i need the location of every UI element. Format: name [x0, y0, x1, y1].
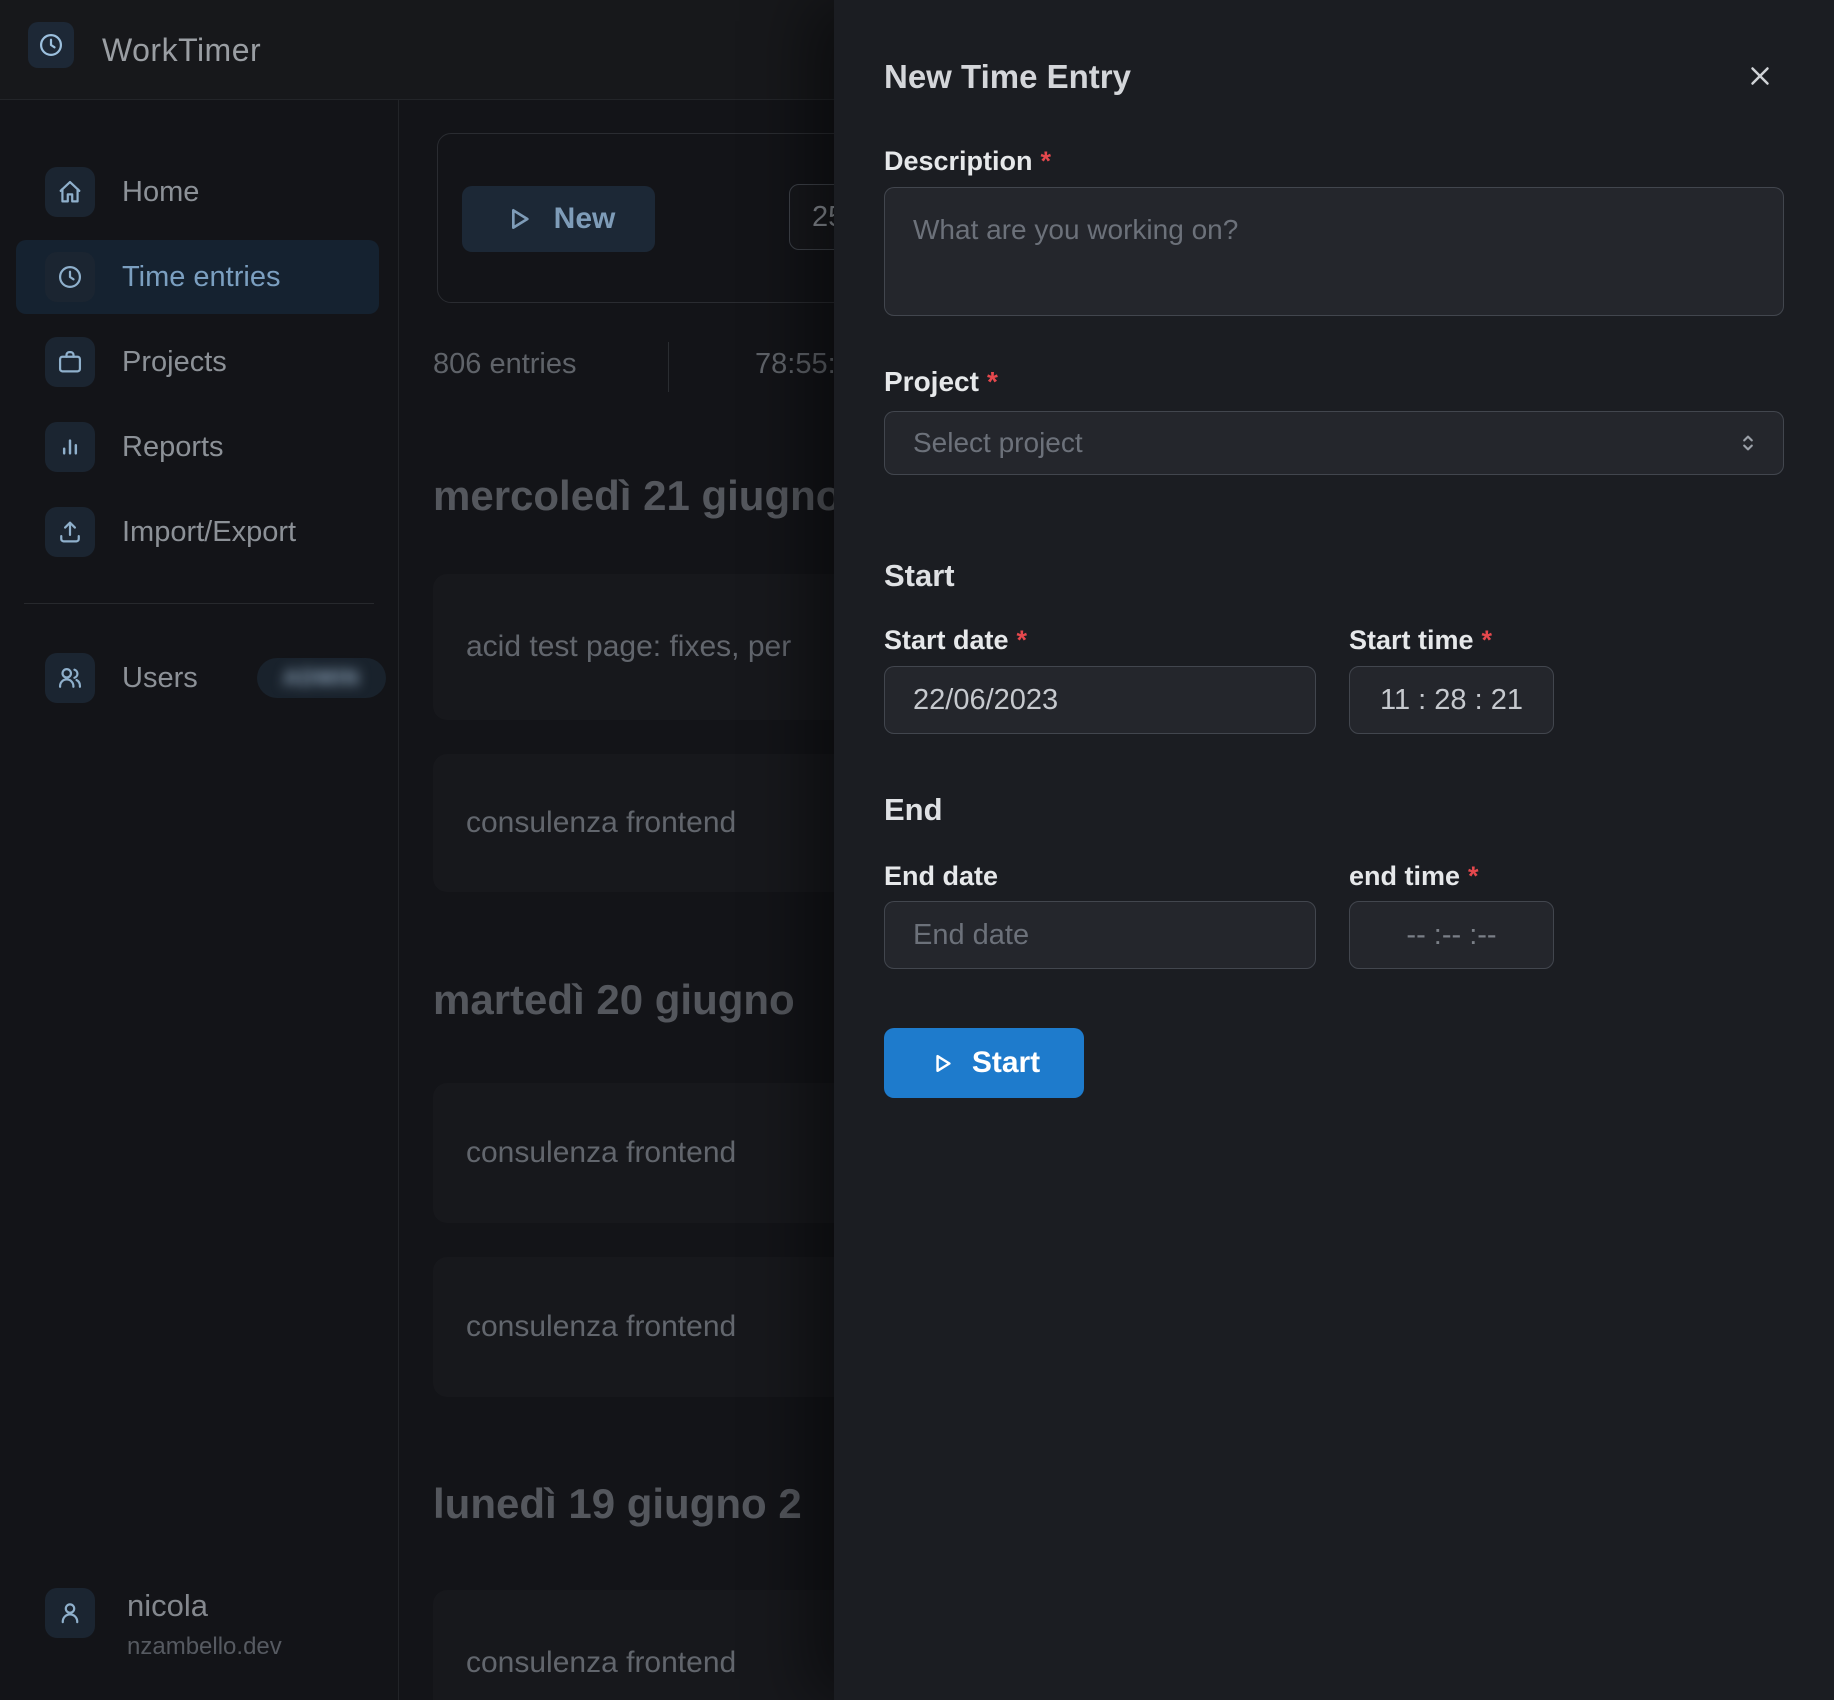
sidebar-item-label: Users — [122, 662, 198, 695]
sidebar-item-label: Home — [122, 176, 199, 209]
sidebar-divider — [24, 603, 374, 604]
clock-icon — [37, 31, 65, 59]
end-date-label: End date — [884, 861, 998, 892]
sidebar-item-import-export[interactable]: Import/Export — [16, 495, 379, 569]
new-time-entry-panel: New Time Entry Description* Project* Sel… — [834, 0, 1834, 1700]
sidebar-item-time-entries[interactable]: Time entries — [16, 240, 379, 314]
users-icon — [45, 653, 95, 703]
start-time-input[interactable] — [1349, 666, 1554, 734]
sidebar-item-users[interactable]: Users ADMIN — [16, 641, 379, 715]
entry-description: consulenza frontend — [466, 1136, 736, 1170]
date-heading: lunedì 19 giugno 2 — [433, 1480, 802, 1528]
end-date-input[interactable] — [884, 901, 1316, 969]
panel-title: New Time Entry — [884, 58, 1131, 96]
end-section-heading: End — [884, 792, 943, 828]
sidebar-item-home[interactable]: Home — [16, 155, 379, 229]
new-button-label: New — [554, 202, 616, 236]
bar-chart-icon — [45, 422, 95, 472]
start-date-label: Start date* — [884, 625, 1027, 656]
clock-icon — [45, 252, 95, 302]
start-date-input[interactable] — [884, 666, 1316, 734]
profile-domain: nzambello.dev — [127, 1633, 282, 1661]
entry-description: consulenza frontend — [466, 1646, 736, 1680]
sidebar-item-label: Projects — [122, 346, 227, 379]
start-section-heading: Start — [884, 558, 955, 594]
date-heading: martedì 20 giugno — [433, 976, 795, 1024]
user-profile[interactable]: nicola nzambello.dev — [45, 1588, 282, 1661]
date-heading: mercoledì 21 giugno — [433, 472, 841, 520]
end-time-input[interactable] — [1349, 901, 1554, 969]
project-select-placeholder: Select project — [913, 427, 1083, 459]
entry-description: consulenza frontend — [466, 1310, 736, 1344]
start-time-label: Start time* — [1349, 625, 1492, 656]
start-timer-button[interactable]: Start — [884, 1028, 1084, 1098]
project-select[interactable]: Select project — [884, 411, 1784, 475]
start-button-label: Start — [972, 1046, 1040, 1080]
stats-divider — [668, 342, 669, 392]
end-time-label: end time* — [1349, 861, 1479, 892]
new-entry-button[interactable]: New — [462, 186, 655, 252]
entry-description: consulenza frontend — [466, 806, 736, 840]
entry-description: acid test page: fixes, per — [466, 630, 791, 664]
entries-count: 806 entries — [433, 348, 577, 381]
app-title: WorkTimer — [102, 0, 261, 100]
sidebar-item-label: Time entries — [122, 261, 280, 294]
description-input[interactable] — [884, 187, 1784, 316]
sidebar-item-label: Reports — [122, 431, 224, 464]
total-time: 78:55: — [755, 348, 836, 381]
sidebar-item-projects[interactable]: Projects — [16, 325, 379, 399]
briefcase-icon — [45, 337, 95, 387]
project-label: Project* — [884, 366, 998, 398]
close-button[interactable] — [1736, 52, 1784, 100]
home-icon — [45, 167, 95, 217]
sidebar-item-reports[interactable]: Reports — [16, 410, 379, 484]
profile-name: nicola — [127, 1588, 282, 1624]
user-icon — [45, 1588, 95, 1638]
admin-badge: ADMIN — [257, 658, 386, 698]
sidebar: Home Time entries Projects Reports Impor… — [0, 100, 399, 1700]
sidebar-item-label: Import/Export — [122, 516, 296, 549]
app-logo — [28, 22, 74, 68]
play-icon — [928, 1050, 955, 1077]
description-label: Description* — [884, 146, 1051, 177]
close-icon — [1745, 61, 1775, 91]
chevron-up-down-icon — [1735, 430, 1761, 456]
app-root: WorkTimer Home Time entries Projects Re — [0, 0, 1834, 1700]
play-icon — [502, 203, 534, 235]
upload-icon — [45, 507, 95, 557]
